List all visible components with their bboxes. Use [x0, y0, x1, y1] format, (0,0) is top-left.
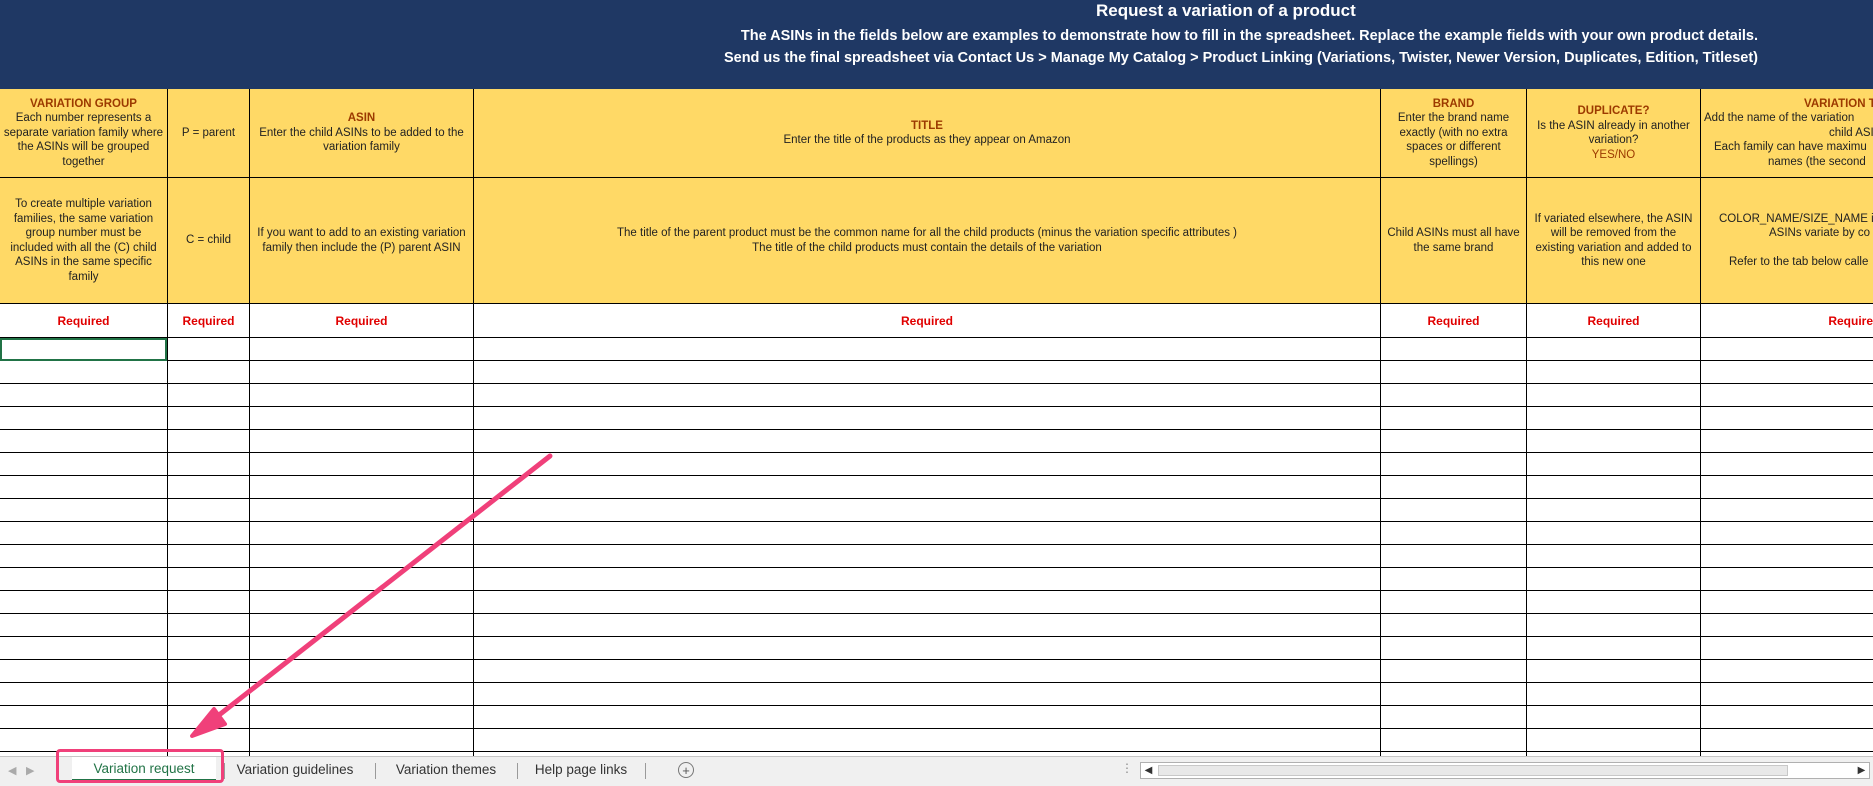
annotation-arrow	[190, 453, 553, 738]
